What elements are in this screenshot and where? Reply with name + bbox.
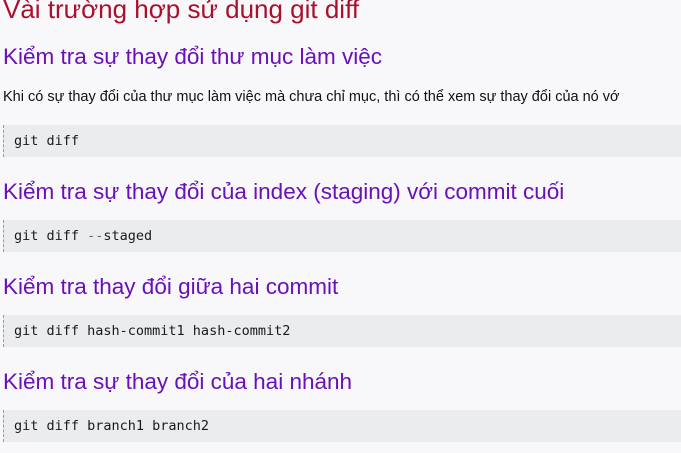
code-block-git-diff[interactable]: git diff <box>3 125 681 157</box>
code-git-diff-staged: git diff --staged <box>14 227 152 245</box>
heading-commit-diff: Kiểm tra thay đổi giữa hai commit <box>3 274 339 299</box>
code-git-diff: git diff <box>14 133 80 149</box>
code-block-git-diff-staged[interactable]: git diff --staged <box>3 220 681 252</box>
paragraph-working-dir: Khi có sự thay đổi của thư mục làm việc … <box>3 89 620 105</box>
code-git-diff-branches: git diff branch1 branch2 <box>14 418 210 434</box>
section-title: Vài trường hợp sử dụng git diff <box>3 0 360 24</box>
code-flag-name: staged <box>103 228 153 244</box>
code-block-git-diff-branches[interactable]: git diff branch1 branch2 <box>3 410 681 442</box>
heading-working-dir-changes: Kiểm tra sự thay đổi thư mục làm việc <box>3 44 382 69</box>
code-flag-dashes: -- <box>87 228 104 244</box>
heading-staged-changes: Kiểm tra sự thay đổi của index (staging)… <box>3 179 565 204</box>
code-command: git diff <box>14 228 88 244</box>
code-git-diff-commits: git diff hash-commit1 hash-commit2 <box>14 323 291 339</box>
code-block-git-diff-commits[interactable]: git diff hash-commit1 hash-commit2 <box>3 315 681 347</box>
article-content: Vài trường hợp sử dụng git diff Kiểm tra… <box>0 0 681 453</box>
heading-branch-diff: Kiểm tra sự thay đổi của hai nhánh <box>3 369 353 394</box>
